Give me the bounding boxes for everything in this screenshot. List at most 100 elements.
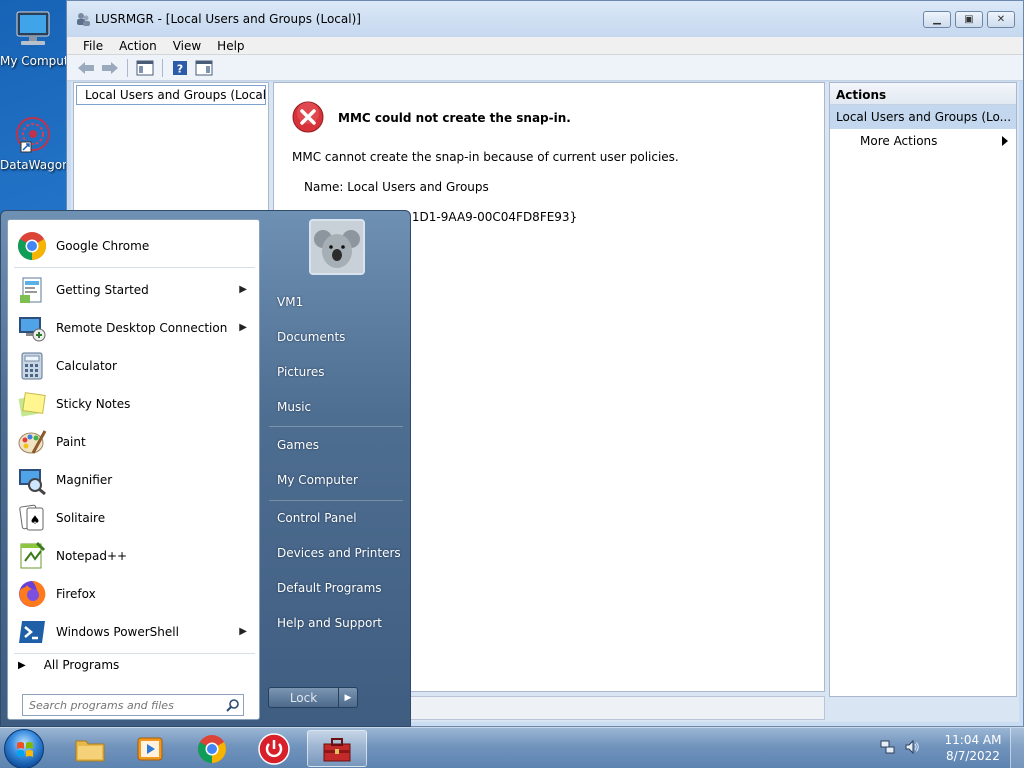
help-button[interactable]: ?: [169, 58, 191, 78]
koala-picture-icon: [311, 221, 363, 273]
program-label: Firefox: [56, 587, 96, 601]
program-remote-desktop-connection[interactable]: Remote Desktop Connection ▶: [12, 310, 257, 346]
desktop-icon-datawagon[interactable]: DataWagon: [0, 112, 70, 172]
start-link-documents[interactable]: Documents: [277, 330, 345, 344]
restore-button[interactable]: ▣: [955, 11, 983, 28]
programs-separator: [14, 653, 255, 654]
help-icon: ?: [173, 60, 187, 75]
program-firefox[interactable]: Firefox: [12, 576, 257, 612]
search-icon[interactable]: [223, 695, 243, 715]
network-icon[interactable]: [880, 739, 896, 758]
program-label: Sticky Notes: [56, 397, 131, 411]
program-windows-powershell[interactable]: Windows PowerShell ▶: [12, 614, 257, 650]
tree-item-label: Local Users and Groups (Local): [85, 88, 266, 102]
program-label: Calculator: [56, 359, 117, 373]
more-actions-label: More Actions: [860, 134, 938, 148]
show-hide-action-pane-button[interactable]: [193, 58, 215, 78]
start-search-input[interactable]: [23, 695, 223, 715]
program-calculator[interactable]: Calculator: [12, 348, 257, 384]
program-label: Notepad++: [56, 549, 128, 563]
start-button[interactable]: [4, 729, 44, 768]
program-notepad-plus-plus[interactable]: Notepad++: [12, 538, 257, 574]
submenu-arrow-icon: [1002, 136, 1008, 146]
toolbar-separator: [127, 58, 128, 77]
program-getting-started[interactable]: Getting Started ▶: [12, 272, 257, 308]
menu-help[interactable]: Help: [209, 37, 252, 54]
start-link-pictures[interactable]: Pictures: [277, 365, 325, 379]
lock-button[interactable]: Lock: [268, 687, 338, 708]
start-search-box[interactable]: [22, 694, 244, 716]
tree-item-local-users-and-groups[interactable]: Local Users and Groups (Local): [76, 85, 266, 105]
error-description: MMC cannot create the snap-in because of…: [292, 150, 679, 164]
program-label: Remote Desktop Connection: [56, 321, 228, 335]
minimize-button[interactable]: ▁: [923, 11, 951, 28]
start-link-devices-and-printers[interactable]: Devices and Printers: [277, 546, 401, 560]
program-label: Getting Started: [56, 283, 149, 297]
taskbar-power-app-button[interactable]: [244, 730, 304, 767]
svg-text:?: ?: [177, 62, 183, 75]
actions-header: Actions: [830, 83, 1016, 105]
actions-selected-item[interactable]: Local Users and Groups (Lo...: [830, 105, 1016, 129]
system-tray: 11:04 AM 8/7/2022: [880, 728, 1024, 768]
taskbar-clock[interactable]: 11:04 AM 8/7/2022: [936, 732, 1010, 764]
shutdown-options-button[interactable]: ▶: [338, 687, 358, 708]
minimize-icon: ▁: [933, 14, 941, 25]
user-avatar[interactable]: [309, 219, 365, 275]
clock-time: 11:04 AM: [944, 733, 1002, 747]
error-snapin-name: Name: Local Users and Groups: [304, 180, 489, 194]
toolbar: ?: [67, 55, 1023, 81]
menu-view[interactable]: View: [165, 37, 209, 54]
lock-button-group: Lock ▶: [268, 687, 358, 708]
svg-text:♠: ♠: [30, 513, 41, 527]
program-solitaire[interactable]: ♠ Solitaire: [12, 500, 257, 536]
calculator-icon: [16, 350, 48, 382]
start-link-music[interactable]: Music: [277, 400, 311, 414]
show-desktop-button[interactable]: [1010, 728, 1024, 768]
start-link-help-and-support[interactable]: Help and Support: [277, 616, 382, 630]
start-links-separator: [269, 500, 403, 501]
show-hide-console-tree-button[interactable]: [134, 58, 156, 78]
paint-icon: [16, 426, 48, 458]
program-label: Solitaire: [56, 511, 106, 525]
action-pane-icon: [195, 60, 213, 75]
all-programs-label: All Programs: [43, 658, 120, 672]
program-label: Google Chrome: [56, 239, 150, 253]
back-button[interactable]: [75, 58, 97, 78]
start-link-my-computer[interactable]: My Computer: [277, 473, 358, 487]
start-link-games[interactable]: Games: [277, 438, 319, 452]
program-paint[interactable]: Paint: [12, 424, 257, 460]
actions-selected-label: Local Users and Groups (Lo...: [836, 110, 1012, 124]
magnifier-icon: [16, 464, 48, 496]
program-label: Windows PowerShell: [56, 625, 179, 639]
program-google-chrome[interactable]: Google Chrome: [12, 228, 257, 264]
start-link-user[interactable]: VM1: [277, 295, 303, 309]
desktop-icon-my-computer[interactable]: My Computer: [0, 8, 81, 68]
taskbar-chrome-button[interactable]: [182, 730, 242, 767]
volume-icon[interactable]: [904, 739, 920, 758]
start-link-default-programs[interactable]: Default Programs: [277, 581, 382, 595]
more-actions-item[interactable]: More Actions: [830, 129, 1016, 153]
menu-bar: File Action View Help: [67, 37, 1023, 55]
power-icon: [258, 732, 290, 765]
forward-button[interactable]: [99, 58, 121, 78]
taskbar-lusrmgr-button[interactable]: [307, 730, 367, 767]
firefox-icon: [16, 578, 48, 610]
all-programs-item[interactable]: ▶ All Programs: [18, 658, 119, 672]
program-magnifier[interactable]: Magnifier: [12, 462, 257, 498]
menu-action[interactable]: Action: [111, 37, 165, 54]
taskbar-media-player-button[interactable]: [120, 730, 180, 767]
taskbar-explorer-button[interactable]: [60, 730, 120, 767]
start-links-separator: [269, 426, 403, 427]
remote-desktop-icon: [16, 312, 48, 344]
menu-file[interactable]: File: [75, 37, 111, 54]
close-button[interactable]: ✕: [987, 11, 1015, 28]
program-sticky-notes[interactable]: Sticky Notes: [12, 386, 257, 422]
desktop-icon-label: My Computer: [0, 54, 81, 68]
toolbar-separator: [162, 58, 163, 77]
submenu-arrow-icon: ▶: [239, 284, 247, 295]
chrome-icon: [198, 734, 226, 763]
back-arrow-icon: [78, 61, 94, 74]
actions-pane: Actions Local Users and Groups (Lo... Mo…: [829, 82, 1017, 697]
start-link-control-panel[interactable]: Control Panel: [277, 511, 357, 525]
window-titlebar[interactable]: LUSRMGR - [Local Users and Groups (Local…: [67, 1, 1023, 37]
